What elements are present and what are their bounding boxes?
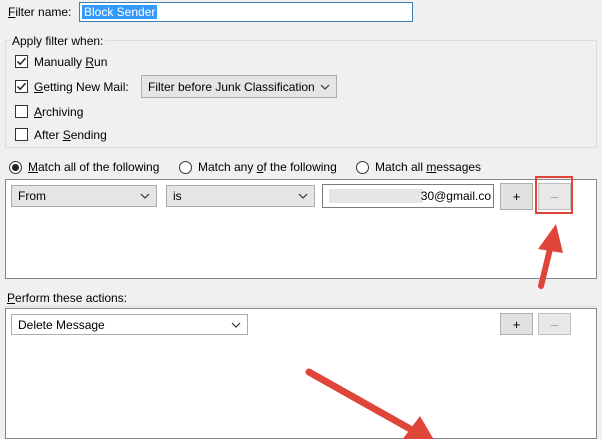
annotation-arrows	[305, 224, 563, 439]
arrow-up-icon	[538, 224, 563, 289]
arrow-down-right-icon	[305, 368, 434, 439]
